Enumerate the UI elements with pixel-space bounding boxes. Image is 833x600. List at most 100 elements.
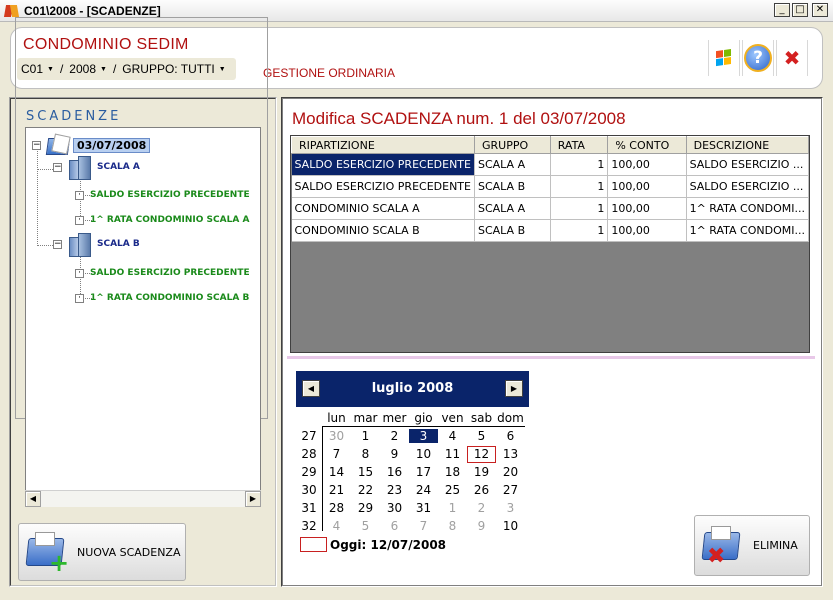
calendar-day[interactable]: 16	[380, 465, 409, 479]
cell-descrizione[interactable]: SALDO ESERCIZIO ...	[686, 153, 810, 176]
collapse-icon[interactable]: −	[32, 140, 41, 150]
tree-leaf[interactable]: · 1^ RATA CONDOMINIO SCALA A	[75, 215, 249, 225]
calendar-day[interactable]: 8	[438, 519, 467, 533]
calendar-day[interactable]: 23	[380, 483, 409, 497]
cell-gruppo[interactable]: SCALA B	[474, 175, 551, 198]
cell-ripartizione[interactable]: SALDO ESERCIZIO PRECEDENTE	[291, 153, 475, 176]
calendar-day[interactable]: 1	[351, 429, 380, 443]
calendar-day[interactable]: 6	[380, 519, 409, 533]
close-window-button[interactable]: ✕	[812, 3, 828, 17]
calendar-day[interactable]: 2	[380, 429, 409, 443]
calendar-day[interactable]: 3	[409, 429, 438, 443]
tree-node-scala-b[interactable]: − SCALA B	[53, 231, 140, 257]
calendar-day[interactable]: 31	[409, 501, 438, 515]
help-button[interactable]: ?	[742, 40, 774, 76]
calendar-day[interactable]: 15	[351, 465, 380, 479]
calendar-day[interactable]: 5	[351, 519, 380, 533]
calendar-day[interactable]: 12	[467, 445, 496, 463]
collapse-icon[interactable]: −	[53, 239, 62, 249]
cell-rata[interactable]: 1	[550, 219, 609, 242]
calendar-day[interactable]: 10	[409, 447, 438, 461]
calendar-day[interactable]: 28	[322, 501, 351, 515]
cell-rata[interactable]: 1	[550, 175, 609, 198]
calendar-day[interactable]: 25	[438, 483, 467, 497]
calendar-next-button[interactable]: ▶	[505, 380, 523, 397]
cell-gruppo[interactable]: SCALA B	[474, 219, 551, 242]
cell-conto[interactable]: 100,00	[607, 175, 687, 198]
calendar-day[interactable]: 4	[438, 429, 467, 443]
calendar-day[interactable]: 8	[351, 447, 380, 461]
calendar-day[interactable]: 1	[438, 501, 467, 515]
calendar-day[interactable]: 11	[438, 447, 467, 461]
cell-ripartizione[interactable]: CONDOMINIO SCALA B	[291, 219, 475, 242]
today-label: Oggi: 12/07/2008	[330, 537, 447, 552]
calendar-day[interactable]: 24	[409, 483, 438, 497]
cell-gruppo[interactable]: SCALA A	[474, 153, 551, 176]
cell-rata[interactable]: 1	[550, 197, 609, 220]
calendar-day[interactable]: 17	[409, 465, 438, 479]
windows-button[interactable]	[708, 40, 740, 76]
table-row[interactable]: SALDO ESERCIZIO PRECEDENTE SCALA A 1 100…	[291, 153, 810, 176]
scroll-track[interactable]	[41, 491, 245, 507]
calendar-day[interactable]: 19	[467, 465, 496, 479]
calendar-day[interactable]: 7	[409, 519, 438, 533]
table-row[interactable]: CONDOMINIO SCALA B SCALA B 1 100,00 1^ R…	[291, 219, 810, 242]
calendar-day[interactable]: 26	[467, 483, 496, 497]
tree-leaf[interactable]: · SALDO ESERCIZIO PRECEDENTE	[75, 190, 250, 200]
cell-conto[interactable]: 100,00	[607, 197, 687, 220]
collapse-icon[interactable]: −	[53, 162, 62, 172]
calendar-day[interactable]: 5	[467, 429, 496, 443]
cell-conto[interactable]: 100,00	[607, 153, 687, 176]
tree-horizontal-scrollbar[interactable]: ◀ ▶	[25, 490, 261, 507]
cell-descrizione[interactable]: SALDO ESERCIZIO ...	[686, 175, 810, 198]
cell-ripartizione[interactable]: SALDO ESERCIZIO PRECEDENTE	[291, 175, 475, 198]
scroll-right-icon[interactable]: ▶	[245, 491, 261, 507]
calendar-day[interactable]: 21	[322, 483, 351, 497]
cell-descrizione[interactable]: 1^ RATA CONDOMI...	[686, 219, 810, 242]
close-button[interactable]: ✖	[776, 40, 808, 76]
scadenze-tree[interactable]: − 03/07/2008 − SCALA A · SALDO ESERCIZIO…	[25, 127, 261, 507]
calendar-day[interactable]: 22	[351, 483, 380, 497]
calendar-day[interactable]: 9	[380, 447, 409, 461]
tree-node-date[interactable]: − 03/07/2008	[32, 134, 151, 156]
calendar-day[interactable]: 2	[467, 501, 496, 515]
tree-node-scala-a[interactable]: − SCALA A	[53, 154, 140, 180]
calendar-day[interactable]: 7	[322, 447, 351, 461]
tree-leaf[interactable]: · SALDO ESERCIZIO PRECEDENTE	[75, 268, 250, 278]
calendar-day[interactable]: 20	[496, 465, 525, 479]
calendar-day[interactable]: 3	[496, 501, 525, 515]
col-header[interactable]: DESCRIZIONE	[685, 136, 810, 154]
tree-leaf[interactable]: · 1^ RATA CONDOMINIO SCALA B	[75, 293, 249, 303]
calendar-day[interactable]: 14	[322, 465, 351, 479]
calendar-day[interactable]: 30	[322, 429, 351, 443]
cell-rata[interactable]: 1	[550, 153, 609, 176]
table-row[interactable]: CONDOMINIO SCALA A SCALA A 1 100,00 1^ R…	[291, 197, 810, 220]
table-row[interactable]: SALDO ESERCIZIO PRECEDENTE SCALA B 1 100…	[291, 175, 810, 198]
cell-descrizione[interactable]: 1^ RATA CONDOMI...	[686, 197, 810, 220]
calendar-day[interactable]: 29	[351, 501, 380, 515]
col-header[interactable]: RATA	[549, 136, 609, 154]
col-header[interactable]: GRUPPO	[473, 136, 551, 154]
calendar-day[interactable]: 4	[322, 519, 351, 533]
calendar-day[interactable]: 30	[380, 501, 409, 515]
cell-gruppo[interactable]: SCALA A	[474, 197, 551, 220]
scadenze-legend: SCADENZE	[23, 109, 125, 124]
cell-ripartizione[interactable]: CONDOMINIO SCALA A	[291, 197, 475, 220]
nuova-scadenza-button[interactable]: + NUOVA SCADENZA	[18, 523, 186, 581]
calendar-day[interactable]: 18	[438, 465, 467, 479]
minimize-button[interactable]: _	[774, 3, 790, 17]
maximize-button[interactable]: □	[792, 3, 808, 17]
scroll-left-icon[interactable]: ◀	[25, 491, 41, 507]
today-indicator[interactable]: Oggi: 12/07/2008	[300, 537, 446, 552]
elimina-button[interactable]: ✖ ELIMINA	[694, 515, 810, 576]
calendar-day[interactable]: 10	[496, 519, 525, 533]
calendar-day[interactable]: 13	[496, 447, 525, 461]
cell-conto[interactable]: 100,00	[607, 219, 687, 242]
new-folder-icon: +	[25, 530, 71, 575]
calendar-day[interactable]: 6	[496, 429, 525, 443]
calendar-day[interactable]: 27	[496, 483, 525, 497]
ripartizioni-grid[interactable]: RIPARTIZIONE GRUPPO RATA % CONTO DESCRIZ…	[290, 135, 810, 353]
col-header[interactable]: % CONTO	[607, 136, 687, 154]
col-header[interactable]: RIPARTIZIONE	[291, 136, 475, 154]
calendar-day[interactable]: 9	[467, 519, 496, 533]
